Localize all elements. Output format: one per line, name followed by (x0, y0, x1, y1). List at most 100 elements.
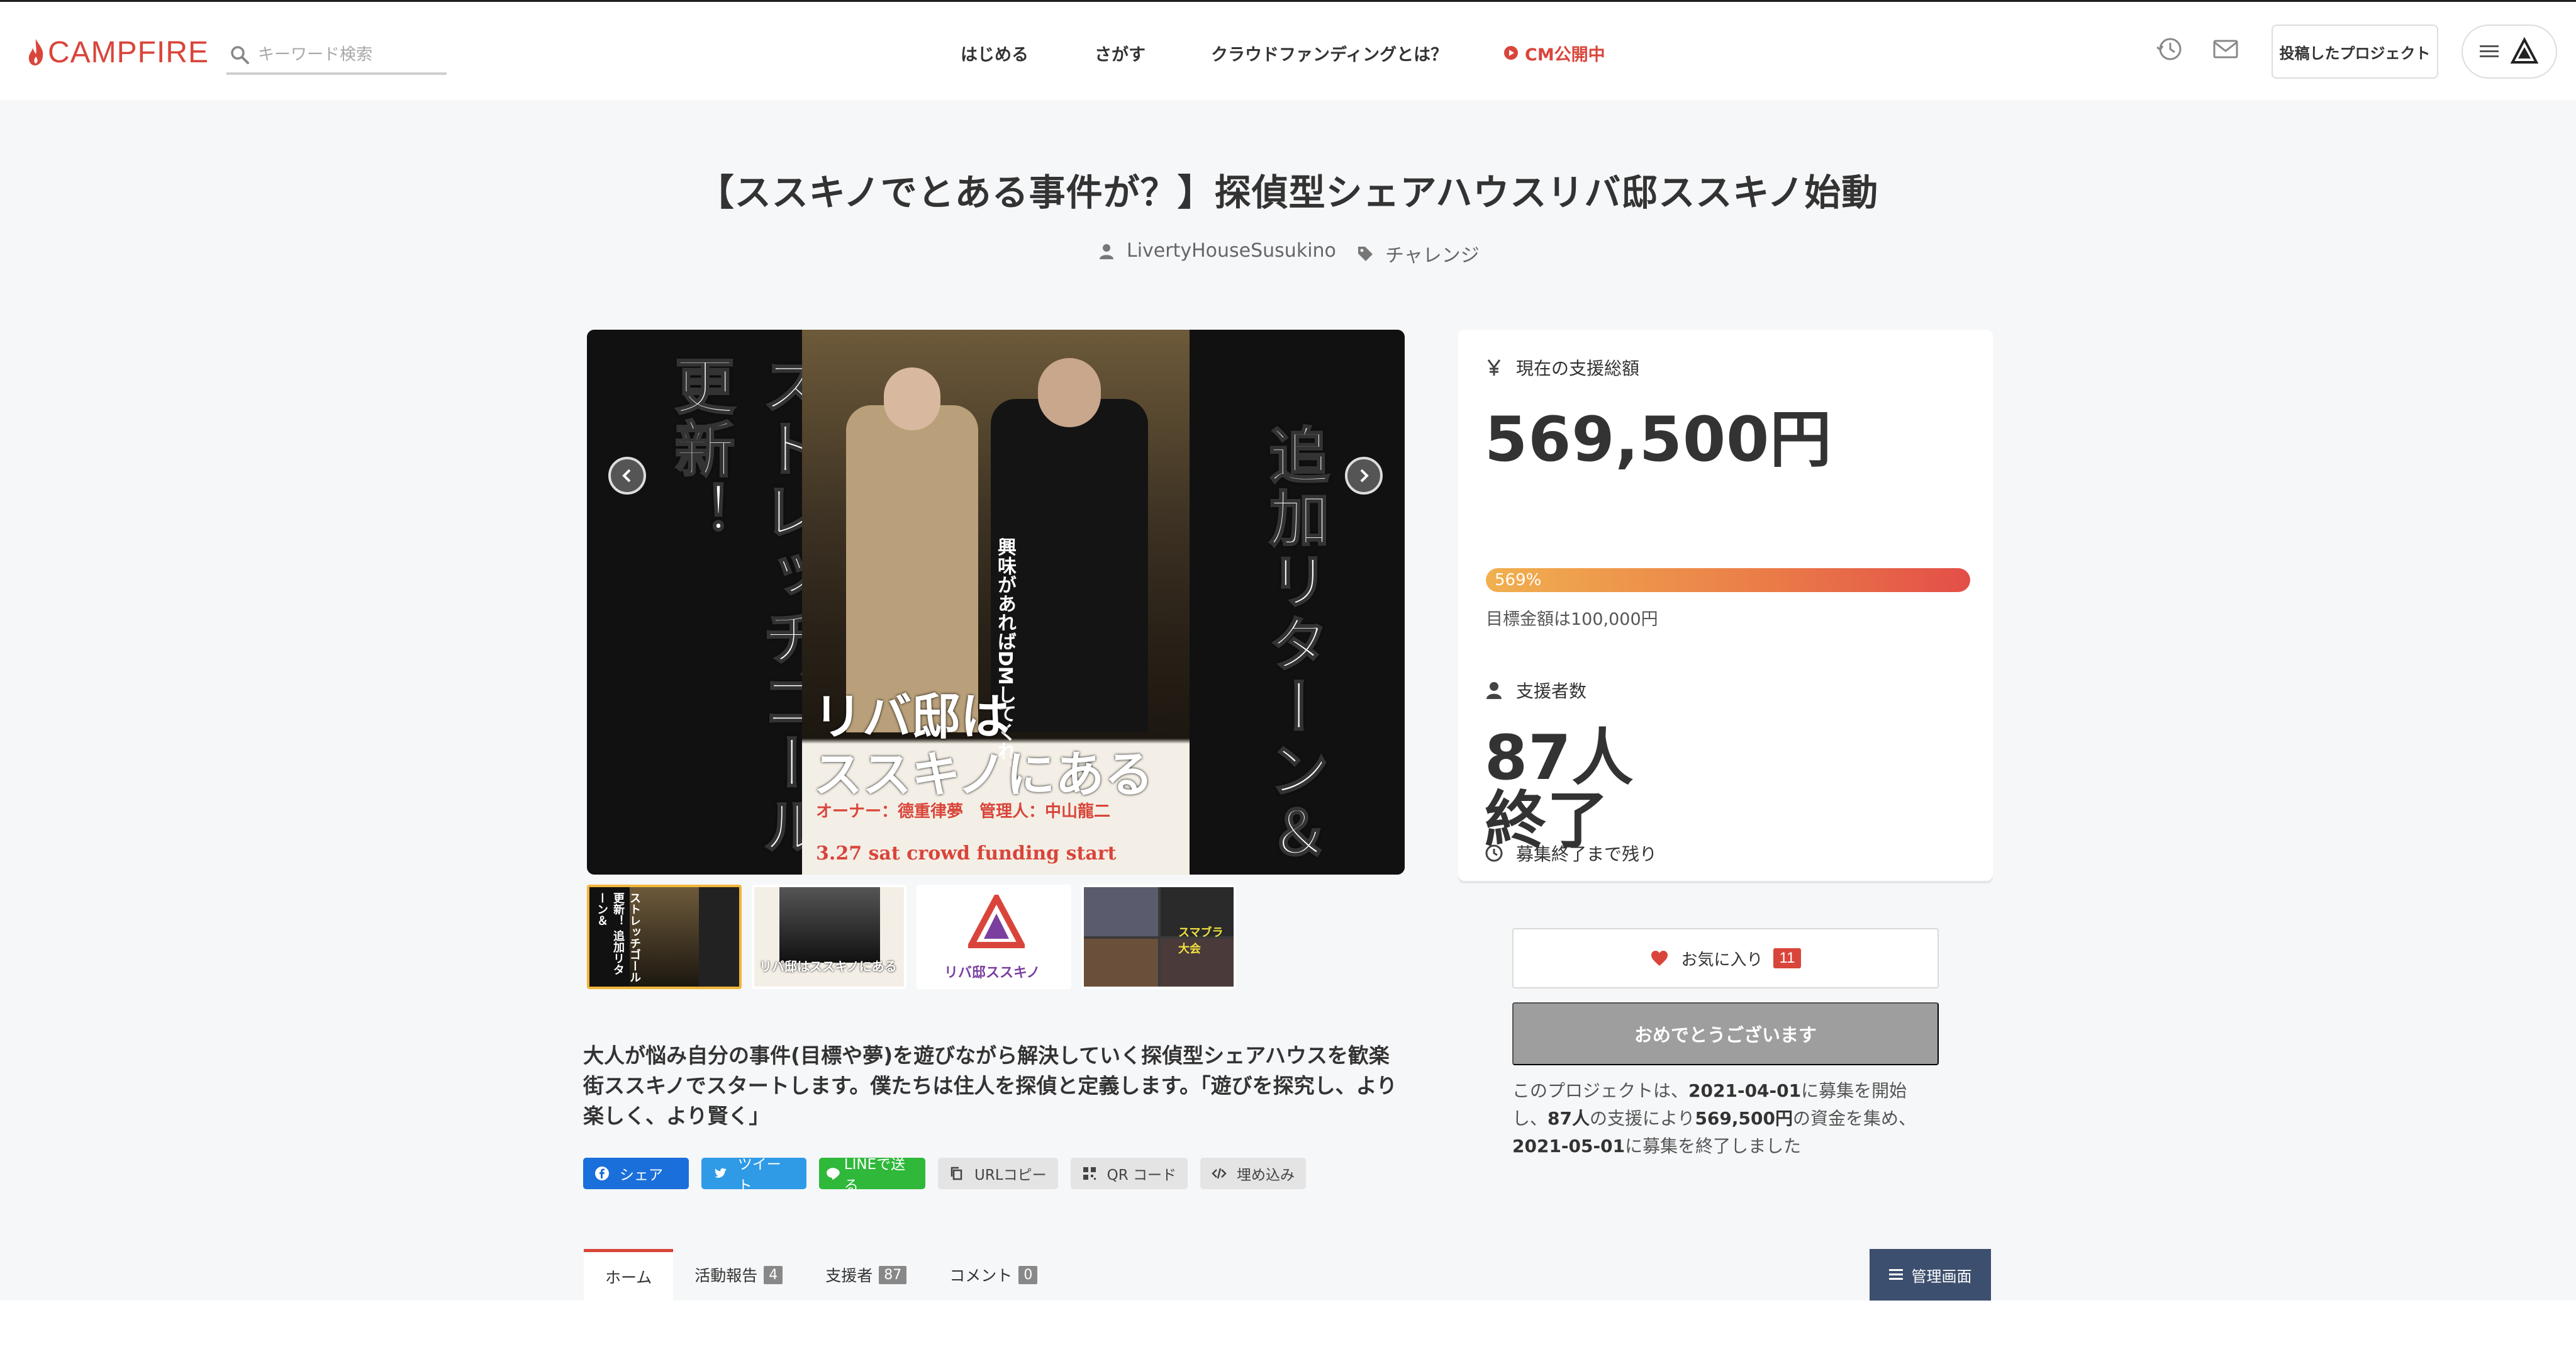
line-icon (826, 1168, 840, 1180)
tab-home-label: ホーム (605, 1268, 652, 1287)
tab-supporters-label: 支援者 (825, 1267, 873, 1285)
poster-figure-left (846, 405, 978, 732)
hero-left-panel: ストレッチゴール更新！ (587, 330, 823, 875)
goal-amount: 目標金額は100,000円 (1486, 610, 1658, 629)
tab-activity-count: 4 (764, 1265, 783, 1284)
project-summary: このプロジェクトは、2021-04-01に募集を開始し、87人の支援により569… (1512, 1077, 1939, 1160)
play-circle-icon (1504, 46, 1518, 60)
thumbnail-3[interactable]: リバ邸ススキノ (917, 885, 1071, 989)
page-bottom (0, 1301, 2576, 1349)
project-main: 【ススキノでとある事件が？】探偵型シェアハウスリバ邸ススキノ始動 Liverty… (0, 100, 2576, 1301)
thumb2-photo (779, 887, 880, 963)
category-name: チャレンジ (1385, 245, 1480, 267)
congratulations-button[interactable]: おめでとうございます (1512, 1002, 1939, 1065)
summary-prefix: このプロジェクトは、 (1512, 1080, 1689, 1101)
owner-name: LivertyHouseSusukino (1127, 240, 1336, 262)
tab-supporters-count: 87 (879, 1265, 907, 1284)
admin-label: 管理画面 (1911, 1267, 1972, 1285)
search-input[interactable] (258, 45, 440, 64)
summary-suffix: に募集を終了しました (1625, 1136, 1802, 1156)
project-category[interactable]: チャレンジ (1356, 240, 1480, 267)
chevron-right-icon (1360, 469, 1369, 483)
nav-search[interactable]: さがす (1095, 37, 1146, 69)
share-buttons: シェア ツイート LINEで送る URLコピー QR コード 埋め込み (583, 1156, 1319, 1194)
thumbnail-4-label: スマブラ大会 (1178, 926, 1224, 956)
tab-home[interactable]: ホーム (584, 1249, 674, 1301)
user-icon (1100, 243, 1113, 259)
summary-start-date: 2021-04-01 (1688, 1080, 1802, 1101)
tag-icon (1358, 247, 1373, 261)
qr-code-button[interactable]: QR コード (1070, 1158, 1188, 1189)
posted-projects-button[interactable]: 投稿したプロジェクト (2272, 25, 2438, 79)
twitter-icon (714, 1168, 727, 1178)
thumb4-q1 (1084, 887, 1158, 936)
poster-title: リバ邸は ススキノにある (813, 688, 1154, 804)
favorite-count: 11 (1773, 948, 1802, 968)
facebook-share-button[interactable]: シェア (583, 1158, 689, 1189)
campfire-logo[interactable]: CAMPFIRE (26, 33, 209, 71)
facebook-share-label: シェア (620, 1167, 663, 1184)
total-label-row: 現在の支援総額 (1485, 355, 1639, 380)
project-owner[interactable]: LivertyHouseSusukino (1098, 240, 1336, 262)
poster-face-left (884, 367, 940, 430)
summary-mid3: の資金を集め、 (1792, 1108, 1916, 1129)
user-icon (1486, 682, 1502, 699)
tab-comments-count: 0 (1018, 1265, 1038, 1284)
mail-icon[interactable] (2211, 35, 2240, 64)
thumb4-q3 (1084, 939, 1158, 987)
search-icon (231, 46, 249, 64)
project-description: 大人が悩み自分の事件(目標や夢)を遊びながら解決していく探偵型シェアハウスを歓楽… (583, 1043, 1397, 1128)
summary-mid2: の支援により (1589, 1108, 1695, 1129)
nav-about-crowdfunding[interactable]: クラウドファンディングとは？ (1211, 37, 1447, 69)
hero-slideshow[interactable]: ストレッチゴール更新！ 興味があればDMしてくれ。 リバ邸は ススキノにある オ… (587, 330, 1405, 875)
slide-next-button[interactable] (1345, 457, 1383, 495)
url-copy-button[interactable]: URLコピー (938, 1158, 1058, 1189)
line-share-button[interactable]: LINEで送る (819, 1156, 925, 1194)
flame-icon (28, 39, 43, 65)
poster-face-right (1038, 358, 1101, 427)
thumbnail-4[interactable]: スマブラ大会 (1081, 885, 1236, 989)
hamburger-icon (2480, 45, 2499, 57)
total-label: 現在の支援総額 (1516, 358, 1640, 379)
slide-prev-button[interactable] (608, 457, 646, 495)
tab-activity-reports[interactable]: 活動報告 4 (673, 1249, 804, 1301)
tab-supporters[interactable]: 支援者 87 (804, 1249, 928, 1301)
summary-amount: 569,500円 (1695, 1108, 1793, 1129)
search-box (226, 37, 447, 75)
favorite-label: お気に入り (1681, 949, 1763, 969)
thumbnail-2[interactable]: リバ邸はススキノにある (752, 885, 906, 989)
embed-label: 埋め込み (1237, 1167, 1295, 1184)
avatar (2510, 37, 2539, 64)
thumbnail-2-label: リバ邸はススキノにある (759, 959, 897, 974)
history-icon[interactable] (2155, 35, 2183, 64)
poster-title-line2: ススキノにある (813, 747, 1154, 803)
nav-start[interactable]: はじめる (961, 37, 1029, 69)
poster-title-line1: リバ邸は (813, 689, 1010, 746)
total-amount: 569,500円 (1485, 404, 1832, 476)
admin-button[interactable]: 管理画面 (1870, 1249, 1991, 1301)
favorite-button[interactable]: お気に入り 11 (1512, 928, 1939, 988)
remaining-value: 終了 (1485, 785, 1610, 856)
tab-comments[interactable]: コメント 0 (928, 1249, 1059, 1301)
yen-icon (1487, 359, 1501, 376)
heart-icon (1651, 951, 1668, 966)
tab-comments-label: コメント (949, 1267, 1013, 1285)
menu-button[interactable] (2462, 25, 2557, 79)
code-icon (1212, 1168, 1227, 1179)
nav-cm[interactable]: CM公開中 (1503, 37, 1605, 69)
chevron-left-icon (622, 469, 631, 483)
logo-text: CAMPFIRE (48, 35, 209, 69)
thumbnail-1[interactable]: ストレッチゴール更新！ 追加リターン＆ (587, 885, 742, 989)
hero-right-text: 追加リターン＆ (1258, 423, 1330, 866)
list-icon (1888, 1269, 1903, 1280)
hero-poster: 興味があればDMしてくれ。 リバ邸は ススキノにある オーナー：德重律夢 管理人… (802, 330, 1190, 875)
qr-code-label: QR コード (1107, 1167, 1177, 1184)
url-copy-label: URLコピー (974, 1167, 1047, 1184)
site-header: CAMPFIRE はじめる さがす クラウドファンディングとは？ CM公開中 投… (0, 2, 2576, 100)
facebook-icon (595, 1167, 609, 1180)
tweet-button[interactable]: ツイート (701, 1156, 806, 1194)
backers-label: 支援者数 (1516, 681, 1587, 702)
thumbnail-strip: ストレッチゴール更新！ 追加リターン＆ リバ邸はススキノにある リバ邸ススキノ … (587, 885, 1246, 989)
embed-button[interactable]: 埋め込み (1200, 1158, 1307, 1189)
copy-icon (951, 1167, 962, 1180)
